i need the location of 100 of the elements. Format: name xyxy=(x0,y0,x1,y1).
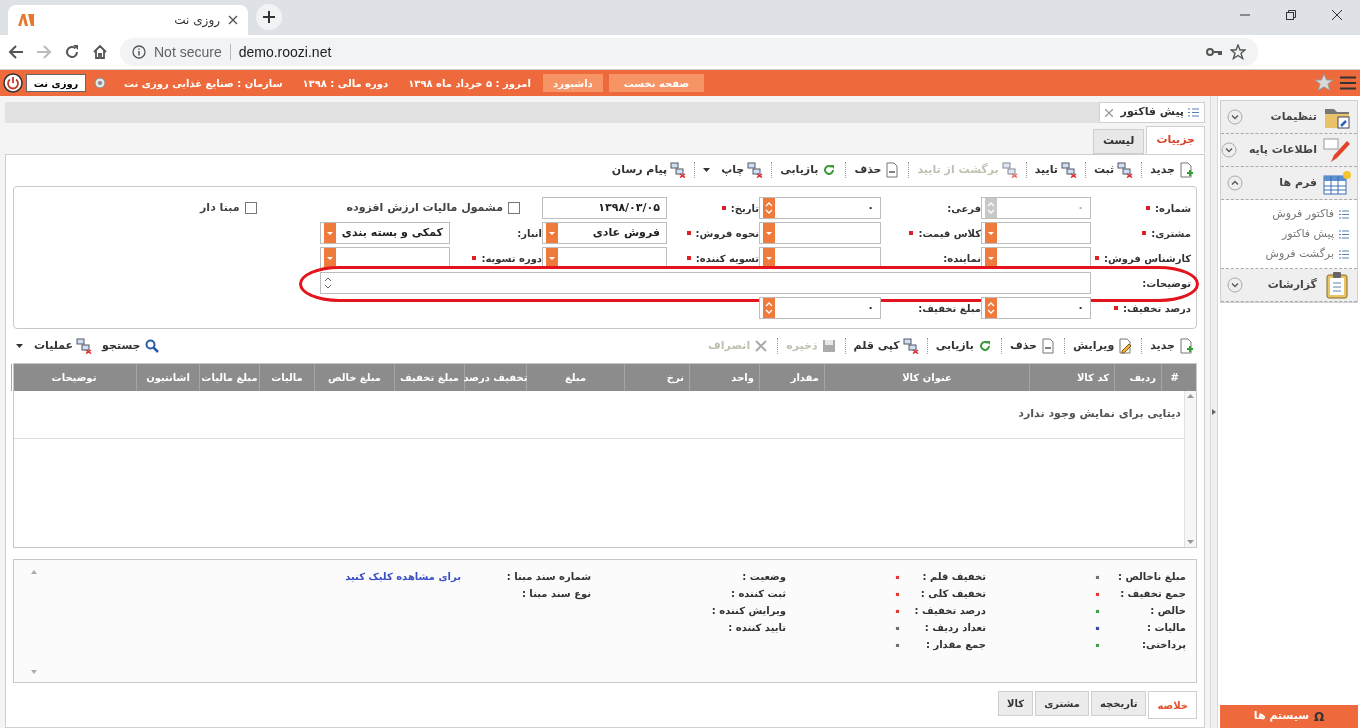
edit-icon xyxy=(1117,338,1134,354)
home-icon[interactable] xyxy=(92,44,108,60)
menu-item[interactable]: برگشت فروش xyxy=(1221,244,1357,264)
summary-label: وضعیت : xyxy=(741,570,786,584)
page-minus-icon xyxy=(884,162,901,178)
star-icon[interactable] xyxy=(1230,44,1246,60)
network-icon xyxy=(902,338,919,354)
user-box[interactable]: روزی نت xyxy=(26,74,86,92)
toolbar-button[interactable]: تایید xyxy=(1029,160,1082,180)
clipboard-icon xyxy=(1323,271,1351,299)
browser-tab[interactable]: روزی نت xyxy=(8,5,248,35)
close-icon[interactable] xyxy=(1332,10,1342,20)
network-icon xyxy=(1117,162,1134,178)
menu-item[interactable]: فاکتور فروش xyxy=(1221,204,1357,224)
list-icon xyxy=(1188,108,1199,117)
bottom-tab[interactable]: کالا xyxy=(998,691,1034,716)
date-field[interactable]: ۱۳۹۸/۰۳/۰۵ xyxy=(542,197,667,219)
address-bar[interactable]: Not secure demo.roozi.net xyxy=(120,38,1258,66)
number-field[interactable]: ۰ xyxy=(759,297,881,319)
accordion-header[interactable]: اطلاعات پایه xyxy=(1221,134,1357,167)
details-link[interactable]: برای مشاهده کلیک کنید xyxy=(345,569,461,584)
network-icon xyxy=(747,162,764,178)
toolbar-button[interactable]: چاپ xyxy=(698,160,769,180)
close-icon[interactable] xyxy=(228,15,238,25)
toolbar-button[interactable]: بازیابی xyxy=(775,160,843,180)
field-label: تاریخ: xyxy=(730,201,759,216)
toolbar-button[interactable]: حذف xyxy=(849,160,906,180)
info-icon[interactable] xyxy=(132,45,146,59)
summary-label: مالیات : xyxy=(1145,621,1186,635)
dropdown-field[interactable]: فروش عادی xyxy=(542,222,667,244)
chevron-down-icon xyxy=(1227,277,1243,293)
restore-icon[interactable] xyxy=(1286,10,1296,20)
summary-value: ۰ xyxy=(892,621,903,634)
accordion-header[interactable]: گزارشات xyxy=(1221,269,1357,302)
splitter-arrow-icon[interactable] xyxy=(1212,409,1216,415)
star-icon[interactable] xyxy=(1314,73,1334,93)
caret-icon xyxy=(16,344,23,348)
toolbar-button[interactable]: کپی قلم xyxy=(848,336,924,356)
scroll-arrows-icon[interactable] xyxy=(324,276,332,290)
checkbox[interactable] xyxy=(244,202,257,214)
summary-label: تخفیف قلم : xyxy=(921,570,986,584)
field-label: مشتری: xyxy=(1151,226,1191,241)
spinner-icon[interactable] xyxy=(763,198,775,218)
scrollbar[interactable] xyxy=(28,570,40,674)
document-tab[interactable]: پیش فاکتور xyxy=(1098,102,1205,123)
summary-label: تایید کننده : xyxy=(727,621,786,635)
empty-message: دیتایی برای نمایش وجود ندارد xyxy=(1018,406,1181,423)
toolbar-button[interactable]: بازیابی xyxy=(930,336,998,356)
toolbar-button[interactable]: ثبت xyxy=(1088,160,1139,180)
dropdown-field[interactable]: کمکی و بسته بندی xyxy=(320,222,450,244)
new-tab-button[interactable] xyxy=(256,4,282,30)
summary-value: ۰ xyxy=(892,587,903,600)
field-label: فرعی: xyxy=(947,201,981,216)
spinner-icon[interactable] xyxy=(763,298,775,318)
summary-value: ۰ xyxy=(892,604,903,617)
chevron-up-icon xyxy=(1227,175,1243,191)
field-label: تسویه کننده: xyxy=(695,251,759,266)
field-label: کلاس قیمت: xyxy=(918,226,981,241)
toolbar-button[interactable]: پیام رسان xyxy=(606,160,692,180)
dropdown-field[interactable] xyxy=(759,247,881,269)
dropdown-field[interactable] xyxy=(981,222,1091,244)
dropdown-field[interactable] xyxy=(759,222,881,244)
circle-icon[interactable] xyxy=(94,77,106,89)
number-field[interactable]: ۰ xyxy=(981,297,1091,319)
bottom-tab[interactable]: مشتری xyxy=(1035,691,1089,716)
accordion-header[interactable]: تنظیمات xyxy=(1221,101,1357,134)
menu-icon[interactable] xyxy=(1340,76,1356,90)
pencil-icon xyxy=(1323,136,1351,164)
power-icon[interactable] xyxy=(3,73,23,93)
key-icon[interactable] xyxy=(1206,47,1222,57)
toolbar-button[interactable]: جدید xyxy=(1145,160,1199,180)
search-icon xyxy=(143,338,160,354)
accordion-header[interactable]: فرم ها xyxy=(1221,167,1357,200)
dropdown-field[interactable] xyxy=(542,247,667,269)
checkbox[interactable] xyxy=(508,202,520,214)
dropdown-field[interactable] xyxy=(981,247,1091,269)
scrollbar[interactable] xyxy=(1184,391,1196,547)
toolbar-button[interactable]: ویرایش xyxy=(1067,336,1139,356)
view-tab[interactable]: جزییات xyxy=(1146,126,1205,154)
number-field[interactable]: ۰ xyxy=(759,197,881,219)
toolbar-button[interactable]: جستجو xyxy=(97,336,165,356)
bottom-tab[interactable]: خلاصه xyxy=(1148,691,1197,719)
dropdown-field[interactable] xyxy=(320,247,450,269)
summary-label: تخفیف کلی : xyxy=(919,587,986,601)
field-label: نماینده: xyxy=(943,251,981,266)
back-arrow-icon[interactable] xyxy=(8,44,24,60)
view-tab[interactable]: لیست xyxy=(1092,129,1145,154)
toolbar-button[interactable]: حذف xyxy=(1004,336,1061,356)
summary-label: ویرایش کننده : xyxy=(710,604,786,618)
menu-item[interactable]: پیش فاکتور xyxy=(1221,224,1357,244)
reload-icon[interactable] xyxy=(64,44,80,60)
spinner-icon[interactable] xyxy=(985,298,997,318)
down-arrow-icon xyxy=(1187,540,1194,544)
toolbar-button[interactable]: عملیات xyxy=(11,336,98,356)
table-icon xyxy=(1323,169,1351,197)
toolbar-button[interactable]: جدید xyxy=(1145,336,1199,356)
summary-value: ۰ xyxy=(1092,621,1103,634)
summary-label: خالص : xyxy=(1149,604,1186,618)
field-label: مبلغ تخفیف: xyxy=(918,301,981,316)
bottom-tab[interactable]: تاریخچه xyxy=(1090,691,1147,716)
